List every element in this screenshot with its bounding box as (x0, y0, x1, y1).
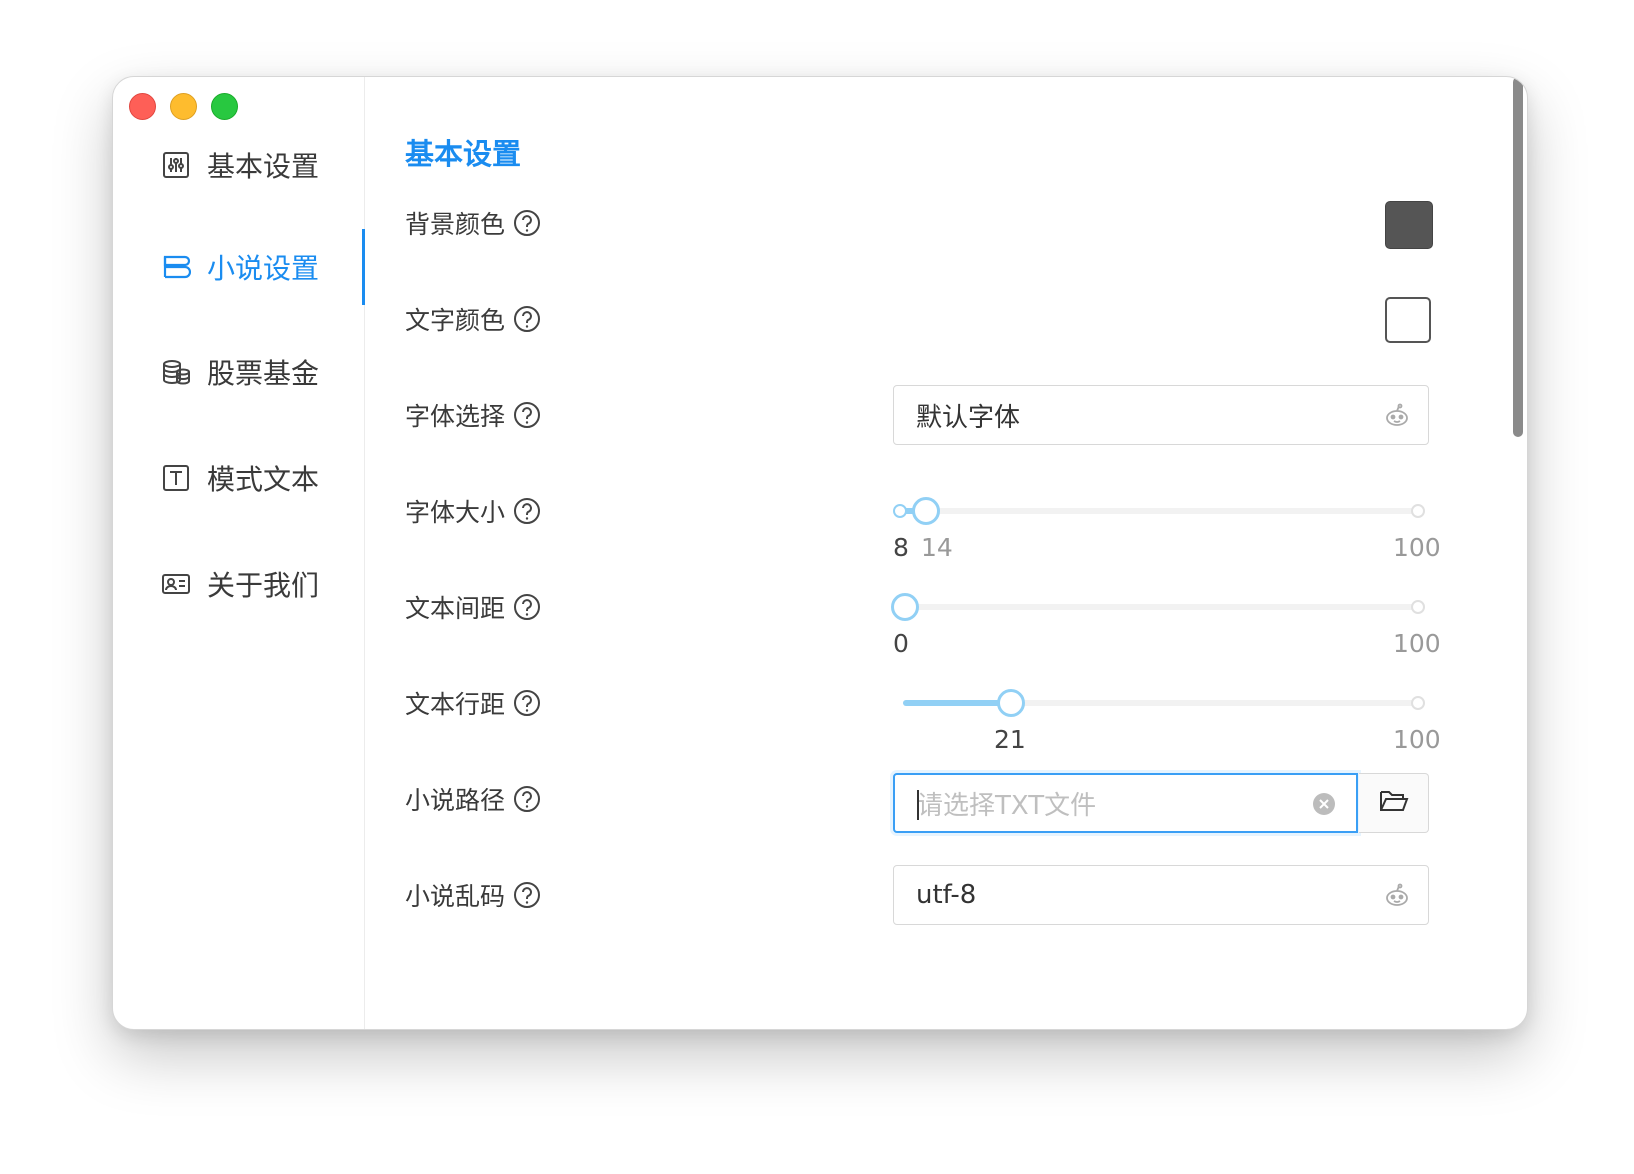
text-color-picker[interactable] (1385, 297, 1431, 343)
page-title: 基本设置 (405, 137, 522, 171)
help-icon[interactable] (513, 689, 541, 717)
slider-dot-min (893, 504, 907, 518)
settings-content: 基本设置 背景颜色 文字颜色 字体选择 默认字体 字体大小 8 14 100 文… (365, 77, 1527, 1029)
help-icon[interactable] (513, 497, 541, 525)
sidebar-item-novel[interactable]: 小说设置 (113, 229, 365, 305)
sidebar-item-text-mode[interactable]: 模式文本 (113, 440, 364, 516)
slider-handle[interactable] (997, 689, 1025, 717)
font-size-slider[interactable] (893, 497, 1425, 525)
browse-folder-button[interactable] (1359, 773, 1429, 833)
font-family-value: 默认字体 (916, 402, 1021, 433)
help-icon[interactable] (513, 593, 541, 621)
bg-color-label: 背景颜色 (405, 203, 541, 243)
encoding-label: 小说乱码 (405, 875, 541, 915)
encoding-select[interactable]: utf-8 (893, 865, 1429, 925)
sidebar-item-label: 小说设置 (207, 252, 320, 285)
scrollbar[interactable] (1513, 77, 1523, 437)
line-height-label: 文本行距 (405, 683, 541, 723)
help-icon[interactable] (513, 305, 541, 333)
slider-track (903, 700, 1009, 706)
help-icon[interactable] (513, 401, 541, 429)
slider-handle[interactable] (912, 497, 940, 525)
robot-icon (1384, 883, 1410, 909)
line-height-value: 21 (994, 725, 1026, 754)
bg-color-picker[interactable] (1385, 201, 1433, 249)
book-icon (161, 252, 191, 282)
sidebar-item-basic[interactable]: 基本设置 (113, 127, 364, 203)
robot-icon (1384, 403, 1410, 429)
font-size-min: 8 (893, 533, 909, 562)
sidebar-item-label: 关于我们 (207, 569, 320, 602)
slider-dot-max (1411, 504, 1425, 518)
line-height-max: 100 (1393, 725, 1441, 754)
sidebar-item-about[interactable]: 关于我们 (113, 546, 364, 622)
sidebar: 基本设置 小说设置 股票基金 模式文本 关于我们 (113, 77, 365, 1029)
sidebar-item-label: 基本设置 (207, 150, 320, 183)
settings-window: 基本设置 小说设置 股票基金 模式文本 关于我们 基本设置 背景颜色 文字颜色 … (112, 76, 1528, 1030)
text-icon (161, 463, 191, 493)
coins-icon (161, 357, 191, 387)
text-caret (917, 790, 919, 820)
sliders-icon (161, 150, 191, 180)
font-family-select[interactable]: 默认字体 (893, 385, 1429, 445)
letter-spacing-label: 文本间距 (405, 587, 541, 627)
novel-path-field: 请选择TXT文件 (893, 773, 1429, 833)
help-icon[interactable] (513, 209, 541, 237)
font-family-label: 字体选择 (405, 395, 541, 435)
help-icon[interactable] (513, 785, 541, 813)
slider-dot-max (1411, 600, 1425, 614)
folder-open-icon (1379, 788, 1409, 818)
sidebar-item-label: 股票基金 (207, 357, 320, 390)
font-size-value: 14 (921, 533, 953, 562)
font-size-max: 100 (1393, 533, 1441, 562)
slider-rail (903, 508, 1417, 514)
slider-rail (903, 604, 1417, 610)
text-color-label: 文字颜色 (405, 299, 541, 339)
id-card-icon (161, 569, 191, 599)
encoding-value: utf-8 (916, 880, 977, 910)
letter-spacing-slider[interactable] (891, 593, 1425, 621)
novel-path-input[interactable]: 请选择TXT文件 (893, 773, 1358, 833)
font-size-label: 字体大小 (405, 491, 541, 531)
sidebar-item-stocks[interactable]: 股票基金 (113, 334, 364, 410)
novel-path-label: 小说路径 (405, 779, 541, 819)
sidebar-item-label: 模式文本 (207, 463, 320, 496)
novel-path-placeholder: 请选择TXT文件 (917, 790, 1097, 821)
clear-icon[interactable] (1312, 792, 1336, 816)
slider-handle[interactable] (891, 593, 919, 621)
line-height-slider[interactable] (893, 689, 1425, 717)
help-icon[interactable] (513, 881, 541, 909)
slider-dot-max (1411, 696, 1425, 710)
letter-spacing-max: 100 (1393, 629, 1441, 658)
letter-spacing-min: 0 (893, 629, 909, 658)
